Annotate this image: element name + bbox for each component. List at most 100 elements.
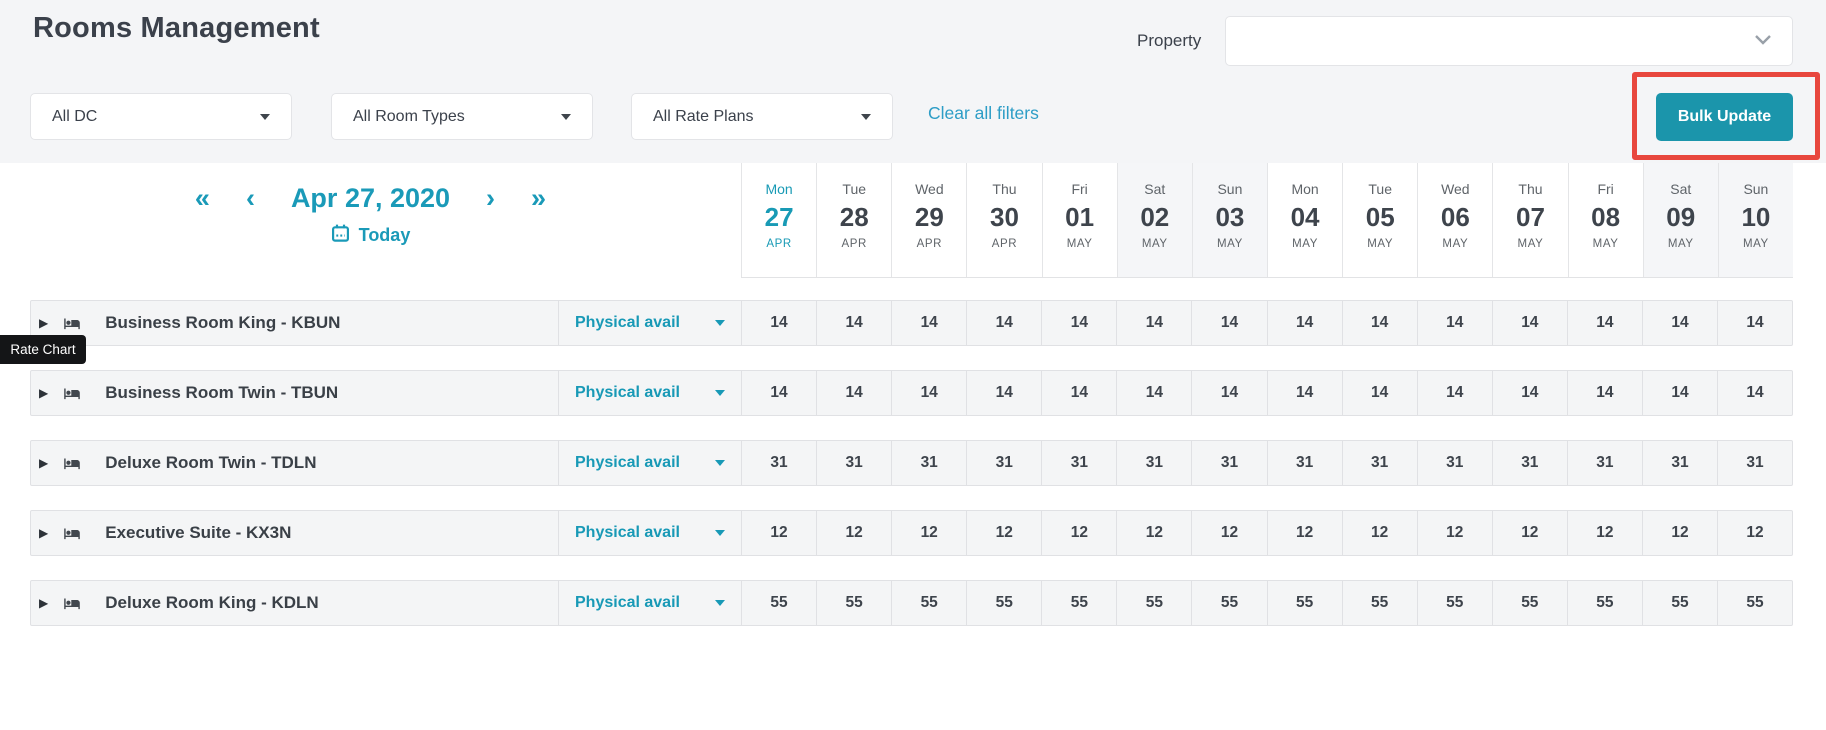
availability-cell[interactable]: 55: [1417, 581, 1492, 625]
room-types-filter-select[interactable]: All Room Types: [331, 93, 593, 140]
availability-cell[interactable]: 31: [1567, 441, 1642, 485]
availability-cell[interactable]: 55: [1267, 581, 1342, 625]
availability-cell[interactable]: 14: [1717, 301, 1792, 345]
availability-cell[interactable]: 14: [1267, 371, 1342, 415]
day-column: Tue 05 MAY: [1342, 163, 1417, 277]
availability-cell[interactable]: 14: [1492, 301, 1567, 345]
availability-cell[interactable]: 31: [816, 441, 891, 485]
nav-first-button[interactable]: «: [195, 185, 210, 212]
availability-cell[interactable]: 31: [741, 441, 816, 485]
availability-cell[interactable]: 14: [1642, 371, 1717, 415]
availability-cell[interactable]: 14: [1041, 371, 1116, 415]
availability-cell[interactable]: 14: [741, 371, 816, 415]
availability-cell[interactable]: 14: [1417, 371, 1492, 415]
availability-cell[interactable]: 14: [1492, 371, 1567, 415]
availability-cell[interactable]: 14: [816, 371, 891, 415]
availability-cell[interactable]: 31: [1717, 441, 1792, 485]
availability-cell[interactable]: 14: [1717, 371, 1792, 415]
availability-cell[interactable]: 55: [891, 581, 966, 625]
availability-cell[interactable]: 55: [1567, 581, 1642, 625]
room-label-cell: ▶ Executive Suite - KX3N: [31, 511, 558, 555]
metric-dropdown[interactable]: Physical avail: [558, 441, 741, 485]
day-number: 29: [892, 204, 966, 230]
availability-cell[interactable]: 12: [1041, 511, 1116, 555]
availability-cell[interactable]: 12: [1116, 511, 1191, 555]
availability-cell[interactable]: 14: [816, 301, 891, 345]
availability-cell[interactable]: 14: [1191, 371, 1266, 415]
availability-cell[interactable]: 12: [891, 511, 966, 555]
availability-cell[interactable]: 31: [1116, 441, 1191, 485]
availability-cell[interactable]: 55: [1116, 581, 1191, 625]
availability-cell[interactable]: 12: [1191, 511, 1266, 555]
availability-cell[interactable]: 14: [1342, 301, 1417, 345]
availability-cell[interactable]: 14: [1567, 301, 1642, 345]
day-of-week-label: Sun: [1193, 181, 1267, 197]
availability-cell[interactable]: 31: [1642, 441, 1717, 485]
availability-cell[interactable]: 31: [1417, 441, 1492, 485]
availability-cell[interactable]: 31: [1041, 441, 1116, 485]
availability-cell[interactable]: 31: [966, 441, 1041, 485]
availability-cell[interactable]: 12: [1267, 511, 1342, 555]
availability-cell[interactable]: 14: [1116, 301, 1191, 345]
availability-cell[interactable]: 14: [1567, 371, 1642, 415]
nav-next-button[interactable]: ›: [486, 185, 495, 212]
expand-arrow-icon[interactable]: ▶: [39, 386, 48, 400]
expand-arrow-icon[interactable]: ▶: [39, 316, 48, 330]
availability-cell[interactable]: 12: [1642, 511, 1717, 555]
availability-cell[interactable]: 55: [966, 581, 1041, 625]
availability-cell[interactable]: 14: [1342, 371, 1417, 415]
metric-dropdown[interactable]: Physical avail: [558, 581, 741, 625]
expand-arrow-icon[interactable]: ▶: [39, 596, 48, 610]
calendar-header: « ‹ Apr 27, 2020 › » Tod: [0, 163, 1793, 278]
availability-cell[interactable]: 12: [741, 511, 816, 555]
availability-cell[interactable]: 14: [1041, 301, 1116, 345]
availability-cell[interactable]: 31: [1267, 441, 1342, 485]
availability-cell[interactable]: 31: [1342, 441, 1417, 485]
availability-cell[interactable]: 14: [1267, 301, 1342, 345]
availability-cell[interactable]: 12: [966, 511, 1041, 555]
availability-cell[interactable]: 55: [741, 581, 816, 625]
day-of-week-label: Fri: [1569, 181, 1643, 197]
availability-cell[interactable]: 14: [1417, 301, 1492, 345]
availability-cell[interactable]: 12: [816, 511, 891, 555]
today-button[interactable]: Today: [0, 223, 741, 248]
nav-last-button[interactable]: »: [531, 185, 546, 212]
rate-plans-filter-select[interactable]: All Rate Plans: [631, 93, 893, 140]
availability-cell[interactable]: 55: [1492, 581, 1567, 625]
availability-cell[interactable]: 55: [1191, 581, 1266, 625]
availability-cell[interactable]: 14: [1191, 301, 1266, 345]
availability-cell[interactable]: 55: [1717, 581, 1792, 625]
availability-cell[interactable]: 31: [891, 441, 966, 485]
availability-cell[interactable]: 12: [1417, 511, 1492, 555]
bulk-update-button[interactable]: Bulk Update: [1656, 93, 1793, 141]
dc-filter-select[interactable]: All DC: [30, 93, 292, 140]
current-date-label[interactable]: Apr 27, 2020: [291, 185, 450, 212]
availability-cell[interactable]: 55: [1642, 581, 1717, 625]
availability-cell[interactable]: 55: [1041, 581, 1116, 625]
expand-arrow-icon[interactable]: ▶: [39, 526, 48, 540]
metric-dropdown[interactable]: Physical avail: [558, 301, 741, 345]
availability-cell[interactable]: 55: [816, 581, 891, 625]
day-of-week-label: Fri: [1043, 181, 1117, 197]
metric-dropdown[interactable]: Physical avail: [558, 511, 741, 555]
nav-prev-button[interactable]: ‹: [246, 185, 255, 212]
availability-cell[interactable]: 14: [1642, 301, 1717, 345]
availability-cell[interactable]: 12: [1717, 511, 1792, 555]
availability-cell[interactable]: 14: [891, 301, 966, 345]
availability-cell[interactable]: 14: [966, 371, 1041, 415]
availability-cell[interactable]: 14: [966, 301, 1041, 345]
metric-dropdown[interactable]: Physical avail: [558, 371, 741, 415]
availability-cell[interactable]: 12: [1567, 511, 1642, 555]
availability-cell[interactable]: 55: [1342, 581, 1417, 625]
availability-cell[interactable]: 12: [1492, 511, 1567, 555]
room-row: ▶ Deluxe Room Twin - TDLN Physical avail: [30, 440, 1793, 486]
property-select[interactable]: [1225, 16, 1793, 66]
clear-all-filters-link[interactable]: Clear all filters: [928, 103, 1039, 124]
availability-cell[interactable]: 14: [741, 301, 816, 345]
availability-cell[interactable]: 14: [1116, 371, 1191, 415]
expand-arrow-icon[interactable]: ▶: [39, 456, 48, 470]
availability-cell[interactable]: 31: [1492, 441, 1567, 485]
availability-cell[interactable]: 31: [1191, 441, 1266, 485]
availability-cell[interactable]: 14: [891, 371, 966, 415]
availability-cell[interactable]: 12: [1342, 511, 1417, 555]
